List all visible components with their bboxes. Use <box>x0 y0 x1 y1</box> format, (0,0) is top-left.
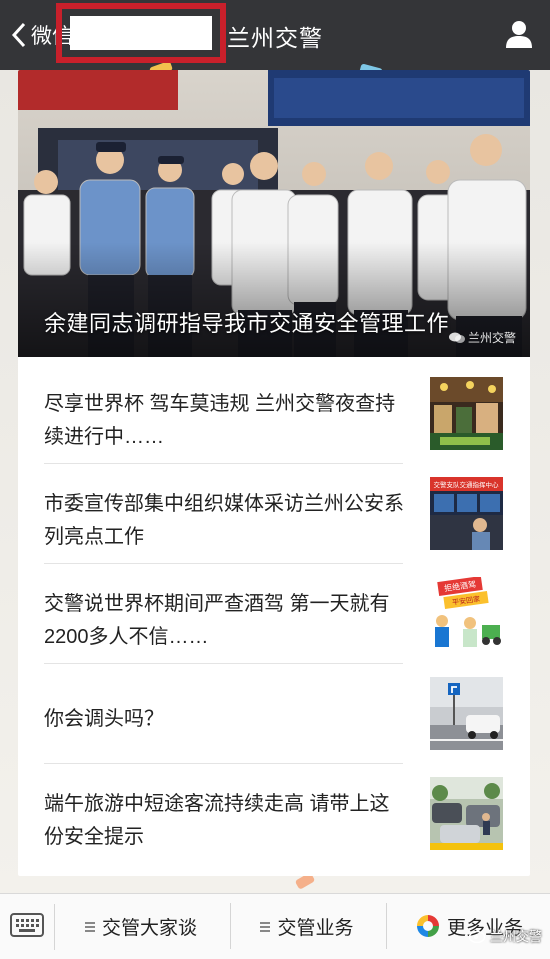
menu-icon <box>260 921 271 932</box>
divider <box>44 563 403 564</box>
app-logo-icon <box>416 915 439 937</box>
source-watermark-text: 兰州交警 <box>489 929 542 944</box>
tab-label: 交管大家谈 <box>101 917 197 939</box>
hero-caption: 余建同志调研指导我市交通安全管理工作 <box>44 311 450 336</box>
tab-label: 交管业务 <box>277 917 354 939</box>
hero-article[interactable]: 余建同志调研指导我市交通安全管理工作 兰州交警 <box>18 70 530 357</box>
article-title: 交警说世界杯期间严查酒驾 第一天就有2200多人不信…… <box>44 593 390 648</box>
tab-background <box>70 16 212 50</box>
divider <box>54 904 55 950</box>
thumbnail-banner-text: 交警支队交通指挥中心 <box>434 480 500 489</box>
divider <box>44 463 403 464</box>
tab-traffic-discussion[interactable]: 交管大家谈 <box>56 893 226 959</box>
source-watermark: 兰州交警 <box>468 926 542 945</box>
divider <box>44 763 403 764</box>
article-title: 你会调头吗？ <box>44 708 164 730</box>
article-thumbnail <box>430 677 503 750</box>
user-profile-icon[interactable] <box>504 19 534 49</box>
article-title: 市委宣传部集中组织媒体采访兰州公安系列亮点工作 <box>44 493 404 548</box>
hero-watermark-text: 兰州交警 <box>467 331 516 345</box>
menu-icon <box>84 921 95 932</box>
divider <box>44 663 403 664</box>
tab-traffic-services[interactable]: 交管业务 <box>232 893 382 959</box>
article-thumbnail: 交警支队交通指挥中心 <box>430 477 503 550</box>
article-title: 端午旅游中短途客流持续走高 请带上这份安全提示 <box>44 793 390 848</box>
list-item[interactable]: 你会调头吗？ <box>44 670 530 770</box>
news-card: 余建同志调研指导我市交通安全管理工作 兰州交警 尽享世界杯 驾车莫违规 兰州交警… <box>18 70 530 876</box>
article-thumbnail: 拒绝酒驾 平安回家 <box>430 577 503 650</box>
article-thumbnail <box>430 377 503 450</box>
keyboard-icon[interactable] <box>10 910 44 940</box>
divider <box>386 903 387 949</box>
divider <box>230 903 231 949</box>
list-item[interactable]: 尽享世界杯 驾车莫违规 兰州交警夜查持续进行中…… <box>44 370 530 470</box>
list-item[interactable]: 端午旅游中短途客流持续走高 请带上这份安全提示 <box>44 770 530 870</box>
list-item[interactable]: 市委宣传部集中组织媒体采访兰州公安系列亮点工作 交警支队交通指挥中心 <box>44 470 530 570</box>
hero-watermark: 兰州交警 <box>448 329 516 346</box>
article-thumbnail <box>430 777 503 850</box>
weibo-icon <box>468 930 486 943</box>
chat-bubble-icon <box>448 332 465 343</box>
article-title: 尽享世界杯 驾车莫违规 兰州交警夜查持续进行中…… <box>44 393 396 448</box>
list-item[interactable]: 交警说世界杯期间严查酒驾 第一天就有2200多人不信…… 拒绝酒驾 平安回家 <box>44 570 530 670</box>
